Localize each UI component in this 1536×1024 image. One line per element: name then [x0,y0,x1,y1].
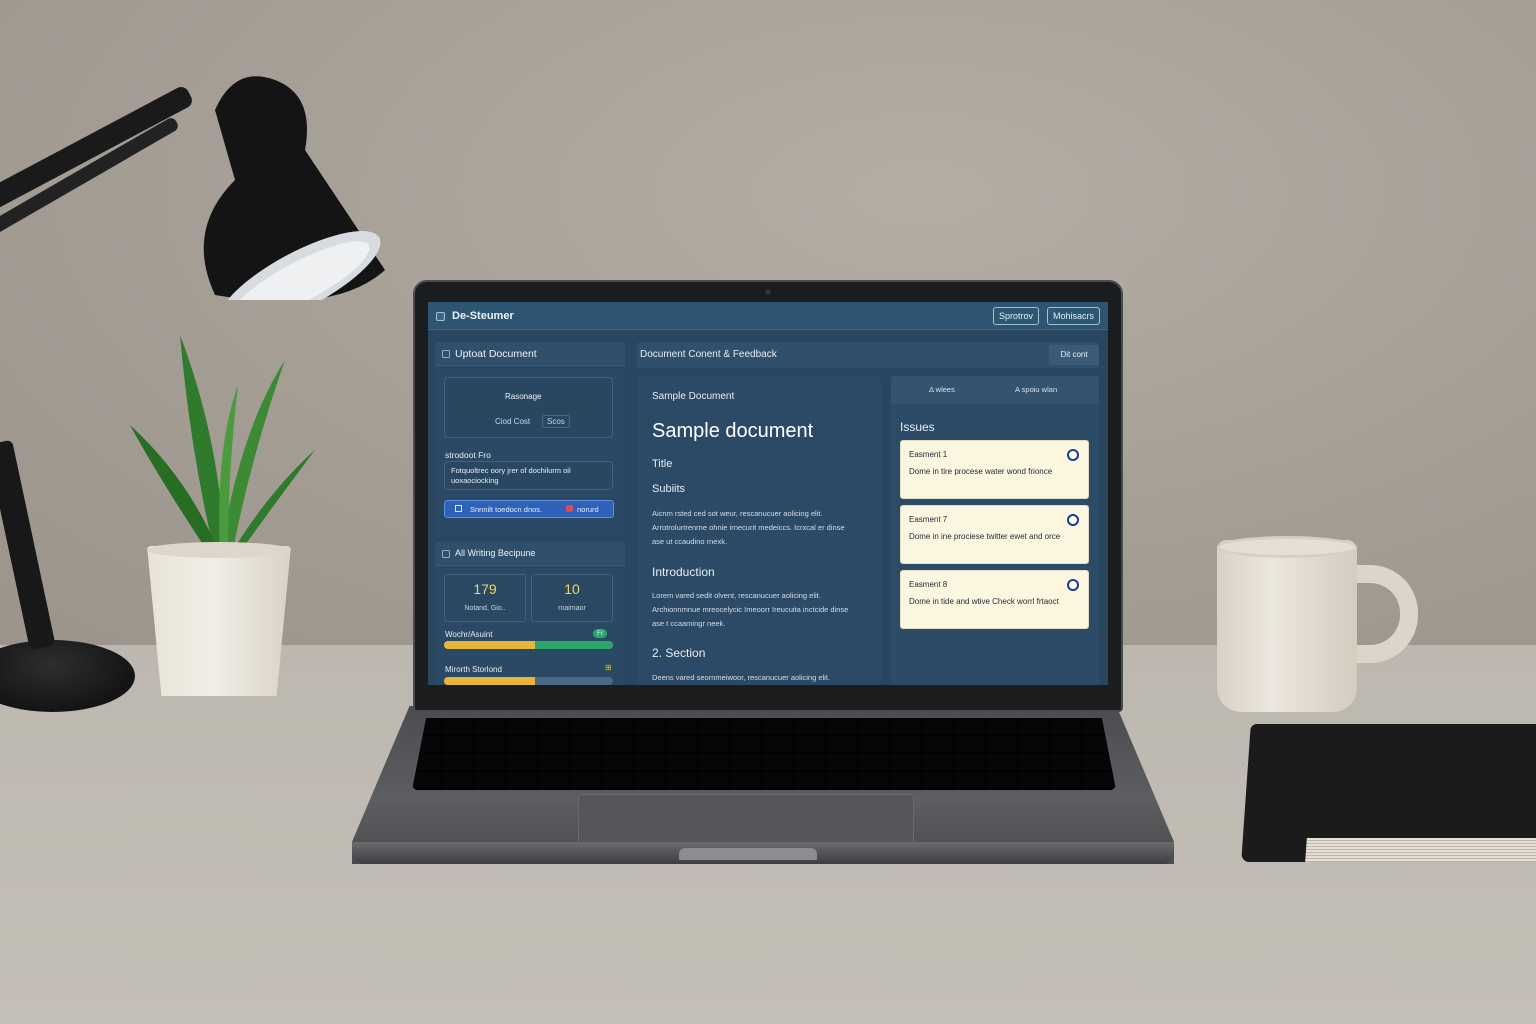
document-header: Sample Document [652,391,735,402]
content-action-button[interactable]: Dit cont [1049,345,1099,365]
paragraph-1-line-1: Aicnm rsted ced sot weur, rescanucuer ao… [652,509,823,518]
topbar-button-1[interactable]: Sprotrov [993,307,1040,325]
progress-bar-2 [444,677,613,685]
progress-bar-1 [444,641,613,649]
stat-value-2: 10 [564,581,580,597]
issue-text-3: Dome in tide and wtive Check worrl frtao… [909,597,1059,606]
issue-text-2: Dome in ine prociese twitter ewet and or… [909,532,1061,541]
field-label: strodoot Fro [445,450,491,460]
stat-label-1: Notand, Gio.. [464,605,506,612]
status-icon [566,505,573,512]
grid-icon: ⊞ [605,663,612,672]
plant-pot-rim [147,542,291,558]
drop-action-2[interactable]: Scos [542,415,570,428]
paragraph-2-line-2: Archionnmnue mreocelycic Imeoorr Ireucui… [652,605,849,614]
issues-title: Issues [900,420,935,434]
paragraph-1: Aicnm rsted ced sot weur, rescanucuer ao… [652,507,845,549]
lamp-shade [203,76,385,300]
issue-radio-1[interactable] [1067,449,1079,461]
section-introduction: Introduction [652,565,715,579]
paragraph-2-line-1: Lorem vared sedit olvent, rescanucuer ao… [652,591,821,600]
app-topbar: De-Steumer Sprotrov Mohisacrs [428,302,1108,330]
upload-panel-title: Uptoat Document [455,348,537,360]
bar-badge-1: Fr [593,629,608,638]
plant-pot [147,546,291,696]
description-field[interactable]: Fotquoltrec oory jrer of dochilurm oil u… [444,461,613,490]
paragraph-1-line-2: Arrotrolurtrenrne ohnie irnecurit medeic… [652,523,845,532]
document-title: Title [652,458,673,470]
laptop-keyboard [412,718,1116,790]
issue-title-1: Easment 1 [909,450,948,459]
content-panel-title: Document Conent & Feedback [640,349,777,360]
paragraph-1-line-3: ase ut ccaudino rnexk. [652,537,728,546]
issue-card-2[interactable]: Easment 7 Dome in ine prociese twitter e… [900,505,1089,564]
issue-radio-2[interactable] [1067,514,1079,526]
section-2: 2. Section [652,646,706,660]
issues-panel: Δ wlees A spoiu wlan Issues Easment 1 Do… [891,376,1099,685]
upload-panel-header: Uptoat Document [435,342,625,366]
drop-action-1[interactable]: Ciod Cost [495,417,530,426]
topbar-button-2[interactable]: Mohisacrs [1047,307,1101,325]
tab-2[interactable]: A spoiu wlan [1015,385,1057,394]
tab-1[interactable]: Δ wlees [929,385,955,394]
progress-fill-1a [444,641,536,649]
app-logo-icon [436,312,445,321]
issue-title-3: Easment 8 [909,580,948,589]
drop-zone[interactable]: Rasonage Ciod Cost Scos [444,377,613,438]
writing-panel: All Writing Becipune 179 Notand, Gio.. 1… [435,542,625,685]
paragraph-2: Lorem vared sedit olvent, rescanucuer ao… [652,589,848,631]
paragraph-3: Deens vared seornmeiwoor, rescanucuer ao… [652,673,831,682]
laptop-trackpad [578,794,914,848]
issue-card-1[interactable]: Easment 1 Dome in tire procese water won… [900,440,1089,499]
bar-label-2: Mirorth Storlond [445,665,502,674]
writing-icon [442,550,450,558]
paragraph-2-line-3: ase t ccaamingr neek. [652,619,726,628]
laptop-screen: De-Steumer Sprotrov Mohisacrs Uptoat Doc… [428,302,1108,685]
stat-value-1: 179 [473,581,497,597]
issue-radio-3[interactable] [1067,579,1079,591]
content-panel-header: Document Conent & Feedback Dit cont [637,342,1099,368]
document-icon [455,505,462,512]
bar-label-1: Wochr/Asuint [445,630,493,639]
stat-card-1: 179 Notand, Gio.. [444,574,526,622]
drop-zone-label: Rasonage [505,392,542,401]
writing-panel-header: All Writing Becipune [435,542,625,566]
mug-rim [1217,536,1357,558]
plant-leaves [130,335,315,555]
document-subtitle: Subiits [652,483,686,495]
coffee-mug [1217,540,1357,712]
stat-label-2: rnaimaor [558,605,586,612]
analyze-button-badge: norurd [577,505,599,514]
issues-tabbar: Δ wlees A spoiu wlan [891,376,1099,404]
document-view: Sample Document Sample document Title Su… [637,376,881,685]
progress-fill-1b [535,641,613,649]
progress-fill-2a [444,677,536,685]
analyze-button[interactable]: Snnnilt toedocn dnos. norurd [444,500,614,518]
issue-title-2: Easment 7 [909,515,948,524]
stat-card-2: 10 rnaimaor [531,574,613,622]
document-heading: Sample document [652,420,814,442]
webcam [765,289,771,295]
issue-text-1: Dome in tire procese water wond frionce [909,467,1053,476]
laptop-notch [679,848,817,860]
app-title: De-Steumer [452,310,514,322]
upload-icon [442,350,450,358]
issue-card-3[interactable]: Easment 8 Dome in tide and wtive Check w… [900,570,1089,629]
writing-panel-title: All Writing Becipune [455,548,536,558]
notebook-pages [1305,838,1536,862]
upload-panel: Uptoat Document Rasonage Ciod Cost Scos … [435,342,625,537]
analyze-button-label: Snnnilt toedocn dnos. [470,505,543,514]
